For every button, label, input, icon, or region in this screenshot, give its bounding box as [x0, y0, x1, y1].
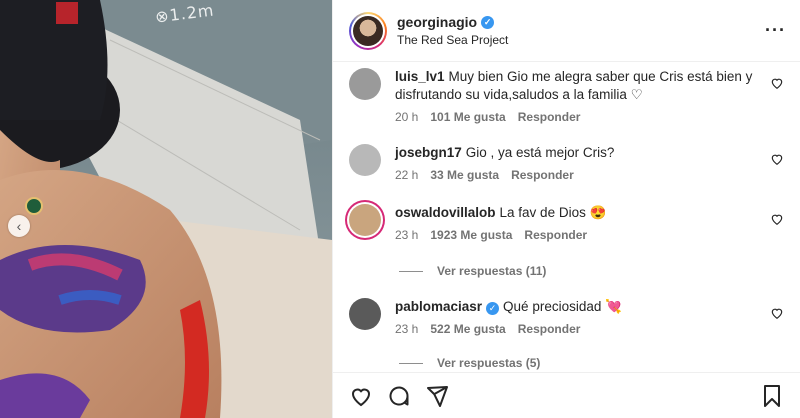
view-replies-button[interactable]: Ver respuestas (5): [399, 356, 540, 370]
view-replies-label: Ver respuestas (11): [437, 264, 547, 278]
chevron-left-icon: ‹: [16, 218, 22, 234]
view-replies-label: Ver respuestas (5): [437, 356, 541, 370]
comment-time[interactable]: 20 h: [395, 108, 418, 126]
comment-text: Gio , ya está mejor Cris?: [465, 145, 615, 160]
author-avatar-image: [353, 15, 383, 46]
comment-likes[interactable]: 1923 Me gusta: [430, 226, 512, 244]
comment-username[interactable]: oswaldovillalob: [395, 205, 496, 220]
comment-reply-button[interactable]: Responder: [524, 226, 587, 244]
photo-illustration: [0, 0, 332, 418]
comment-item: pablomaciasr ✓ Qué preciosidad 💘 23 h 522 …: [349, 298, 784, 338]
comment-likes[interactable]: 33 Me gusta: [430, 166, 499, 184]
comment-text: La fav de Dios 😍: [499, 205, 607, 220]
comment-item: oswaldovillalob La fav de Dios 😍 23 h 192…: [349, 204, 784, 244]
comment-item: luis_lv1 Muy bien Gio me alegra saber que…: [349, 68, 784, 126]
replies-divider: [399, 362, 423, 364]
comment-item: josebgn17 Gio , ya está mejor Cris? 22 h …: [349, 144, 784, 184]
heart-icon[interactable]: [770, 152, 784, 166]
comment-reply-button[interactable]: Responder: [511, 166, 574, 184]
bookmark-icon[interactable]: [760, 384, 784, 408]
more-options-icon[interactable]: ···: [765, 20, 786, 41]
post-header: georginagio ✓ The Red Sea Project ···: [333, 0, 800, 62]
share-icon[interactable]: [425, 384, 449, 408]
post-photo[interactable]: ⊗1.2m ‹: [0, 0, 332, 418]
replies-divider: [399, 270, 423, 272]
comment-time[interactable]: 22 h: [395, 166, 418, 184]
carousel-prev-button[interactable]: ‹: [8, 215, 30, 237]
author-avatar[interactable]: [349, 11, 387, 50]
verified-badge-icon: ✓: [486, 301, 500, 315]
comment-text: Qué preciosidad 💘: [503, 299, 622, 314]
comment-icon[interactable]: [387, 384, 411, 408]
commenter-avatar[interactable]: [349, 68, 381, 100]
commenter-avatar[interactable]: [349, 298, 381, 330]
comment-text: Muy bien Gio me alegra saber que Cris es…: [395, 69, 753, 102]
comment-username[interactable]: luis_lv1: [395, 69, 445, 84]
post-actions-bar: [333, 372, 800, 418]
comment-username[interactable]: josebgn17: [395, 145, 462, 160]
comment-time[interactable]: 23 h: [395, 226, 418, 244]
comment-username[interactable]: pablomaciasr: [395, 299, 482, 314]
heart-icon[interactable]: [349, 384, 373, 408]
view-replies-button[interactable]: Ver respuestas (11): [399, 264, 546, 278]
heart-icon[interactable]: [770, 212, 784, 226]
heart-icon[interactable]: [770, 76, 784, 90]
comment-time[interactable]: 23 h: [395, 320, 418, 338]
comments-list: luis_lv1 Muy bien Gio me alegra saber que…: [333, 62, 800, 372]
post-side-panel: georginagio ✓ The Red Sea Project ··· lu…: [332, 0, 800, 418]
comment-reply-button[interactable]: Responder: [518, 108, 581, 126]
commenter-avatar[interactable]: [349, 204, 381, 236]
heart-icon[interactable]: [770, 306, 784, 320]
verified-badge-icon: ✓: [481, 15, 495, 29]
comment-likes[interactable]: 522 Me gusta: [430, 320, 505, 338]
commenter-avatar[interactable]: [349, 144, 381, 176]
author-username[interactable]: georginagio: [397, 14, 477, 30]
comment-likes[interactable]: 101 Me gusta: [430, 108, 505, 126]
post-location[interactable]: The Red Sea Project: [397, 33, 508, 47]
comment-reply-button[interactable]: Responder: [518, 320, 581, 338]
